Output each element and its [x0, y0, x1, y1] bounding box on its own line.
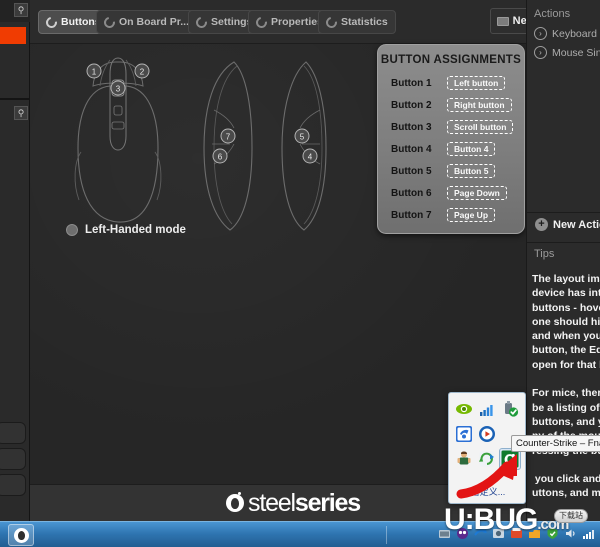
steelseries-taskbar-icon	[13, 527, 29, 543]
tab-label: Buttons	[61, 16, 101, 28]
assignment-value[interactable]: Button 4	[447, 141, 496, 157]
assignment-row[interactable]: Button 5 Button 5	[378, 160, 524, 182]
action-label: Keyboard	[552, 27, 597, 40]
device-slot-1[interactable]	[0, 422, 26, 444]
tab-label: On Board Pr...	[119, 16, 190, 28]
tray-network-icon[interactable]	[581, 526, 596, 541]
action-item-keyboard[interactable]: › Keyboard	[527, 24, 600, 43]
tab-on-board-profiles[interactable]: On Board Pr...	[96, 10, 198, 34]
left-handed-label: Left-Handed mode	[85, 224, 186, 236]
active-device-indicator	[0, 27, 26, 44]
nvidia-icon[interactable]	[454, 399, 474, 419]
watermark-badge: 下载站	[554, 509, 588, 524]
taskbar-item-steelseries[interactable]	[8, 524, 34, 546]
button-marker-2: 2	[134, 63, 150, 79]
left-device-rail: ⚲ ⚲	[0, 0, 30, 521]
assignment-row[interactable]: Button 2 Right button	[378, 94, 524, 116]
tab-label: Settings	[211, 16, 253, 28]
action-label: Mouse Sin	[552, 46, 600, 59]
network-signal-icon[interactable]	[477, 399, 497, 419]
assignment-label: Button 6	[391, 187, 432, 199]
steelseries-logo: steelseries	[226, 488, 361, 517]
svg-text:7: 7	[226, 133, 231, 142]
assignment-row[interactable]: Button 6 Page Down	[378, 182, 524, 204]
assignment-label: Button 3	[391, 121, 432, 133]
watermark-text: U:BUG	[444, 503, 538, 536]
new-action-button[interactable]: + New Actio	[527, 218, 600, 231]
tab-statistics[interactable]: Statistics	[318, 10, 396, 34]
assignment-value[interactable]: Scroll button	[447, 119, 514, 135]
action-item-mouse[interactable]: › Mouse Sin	[527, 43, 600, 62]
svg-text:2: 2	[140, 68, 145, 77]
tab-bar: Buttons On Board Pr... Settings Properti…	[30, 0, 556, 44]
radio-icon	[66, 224, 78, 236]
button-marker-4: 4	[302, 148, 318, 164]
svg-text:5: 5	[300, 133, 305, 142]
annotation-arrow	[456, 454, 517, 499]
screen: ⚲ ⚲ Buttons On Board Pr... Settings Prop…	[0, 0, 600, 547]
plus-icon: +	[535, 218, 548, 231]
rail-divider	[0, 98, 30, 100]
pin-icon-second[interactable]: ⚲	[14, 106, 28, 120]
brand-suffix: series	[294, 488, 361, 517]
left-handed-mode-toggle[interactable]: Left-Handed mode	[66, 224, 186, 236]
sidebar-divider	[527, 212, 600, 213]
assignment-value[interactable]: Page Down	[447, 185, 507, 201]
assignment-label: Button 5	[391, 165, 432, 177]
tips-text: The layout imag device has inter buttons…	[532, 273, 600, 502]
chevron-right-circle-icon: ›	[534, 46, 547, 59]
usb-safe-remove-icon[interactable]	[500, 399, 520, 419]
svg-text:3: 3	[116, 85, 121, 94]
sidebar-divider-2	[527, 242, 600, 243]
taskbar-divider	[386, 526, 387, 544]
refresh-circle-icon	[323, 14, 340, 30]
new-action-label: New Actio	[553, 218, 600, 231]
pin-icon-top[interactable]: ⚲	[14, 3, 28, 17]
svg-text:1: 1	[92, 68, 97, 77]
panel-title: BUTTON ASSIGNMENTS	[380, 54, 522, 66]
refresh-circle-icon	[101, 14, 118, 30]
assignment-value[interactable]: Right button	[447, 97, 512, 113]
assignment-row[interactable]: Button 1 Left button	[378, 72, 524, 94]
brand-text: steelseries	[248, 488, 361, 517]
brand-prefix: steel	[248, 488, 296, 517]
chevron-right-circle-icon: ›	[534, 27, 547, 40]
mouse-diagram: 1 3 2 7 6 5 4	[74, 57, 327, 231]
assignment-label: Button 7	[391, 209, 432, 221]
device-slot-3[interactable]	[0, 474, 26, 496]
button-marker-6: 6	[212, 148, 228, 164]
button-assignments-panel: BUTTON ASSIGNMENTS Button 1 Left button …	[377, 44, 525, 234]
steelseries-mark-icon	[226, 492, 245, 512]
assignment-label: Button 1	[391, 77, 432, 89]
assignment-value[interactable]: Page Up	[447, 207, 496, 223]
assignment-value[interactable]: Button 5	[447, 163, 496, 179]
svg-text:4: 4	[308, 153, 313, 162]
refresh-circle-icon	[43, 14, 60, 30]
button-marker-1: 1	[86, 63, 102, 79]
device-slot-2[interactable]	[0, 448, 26, 470]
newspaper-icon	[496, 16, 509, 26]
svg-text:6: 6	[218, 153, 223, 162]
button-marker-7: 7	[220, 128, 236, 144]
actions-title: Actions	[534, 8, 571, 20]
tips-title: Tips	[534, 248, 555, 260]
button-marker-3: 3	[110, 80, 126, 96]
tab-label: Properties	[271, 16, 323, 28]
assignment-label: Button 4	[391, 143, 432, 155]
button-marker-5: 5	[294, 128, 310, 144]
assignment-row[interactable]: Button 4 Button 4	[378, 138, 524, 160]
refresh-circle-icon	[193, 14, 210, 30]
refresh-circle-icon	[253, 14, 270, 30]
assignment-value[interactable]: Left button	[447, 75, 506, 91]
assignment-row[interactable]: Button 3 Scroll button	[378, 116, 524, 138]
tab-label: Statistics	[341, 16, 388, 28]
assignment-row[interactable]: Button 7 Page Up	[378, 204, 524, 226]
site-watermark: U:BUG.com	[444, 503, 569, 536]
assignment-label: Button 2	[391, 99, 432, 111]
